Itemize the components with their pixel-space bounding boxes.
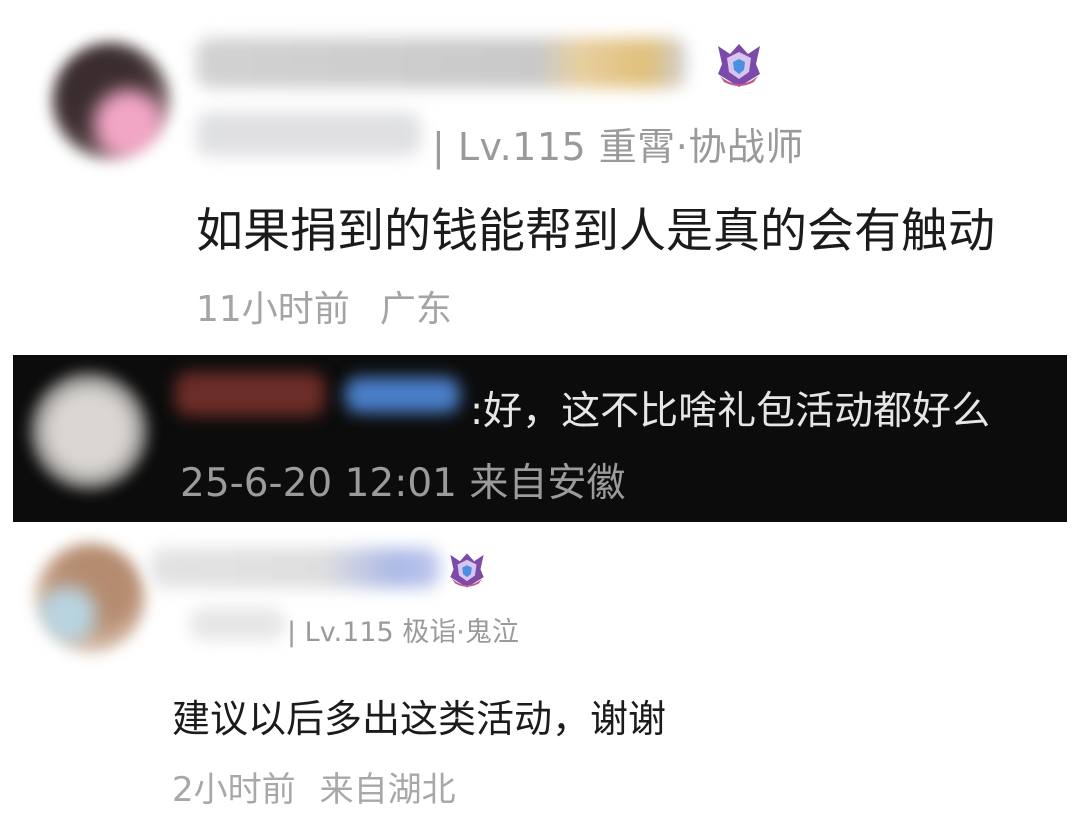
commenter-avatar[interactable] (30, 372, 148, 490)
user-level: | Lv.115 极诣·鬼泣 (287, 617, 519, 648)
blurred-username-tag (345, 377, 460, 413)
crest-badge-icon (444, 550, 490, 590)
comment-time: 2小时前 (172, 770, 296, 810)
blurred-username[interactable] (150, 548, 440, 588)
comment-text: 如果捐到的钱能帮到人是真的会有触动 (196, 204, 995, 259)
commenter-avatar[interactable] (35, 543, 145, 653)
blurred-username[interactable] (196, 38, 686, 88)
comment-meta: 25-6-20 12:01 来自安徽 (180, 461, 626, 506)
crest-badge-icon (710, 40, 768, 90)
comment-meta: 2小时前 来自湖北 (172, 762, 480, 811)
comment-time: 11小时前 (196, 289, 350, 330)
comment-meta: 11小时前 广东 (196, 280, 482, 332)
blurred-user-tag (190, 608, 285, 640)
blurred-user-tag (196, 112, 421, 156)
commenter-avatar[interactable] (52, 42, 170, 160)
comment-text: 建议以后多出这类活动，谢谢 (172, 697, 667, 741)
blurred-username[interactable] (175, 372, 325, 416)
user-level: | Lv.115 重霄·协战师 (432, 125, 804, 169)
comment-text: :好，这不比啥礼包活动都好么 (470, 389, 991, 434)
comment-location: 来自湖北 (319, 770, 456, 810)
comment-location: 广东 (379, 289, 452, 330)
